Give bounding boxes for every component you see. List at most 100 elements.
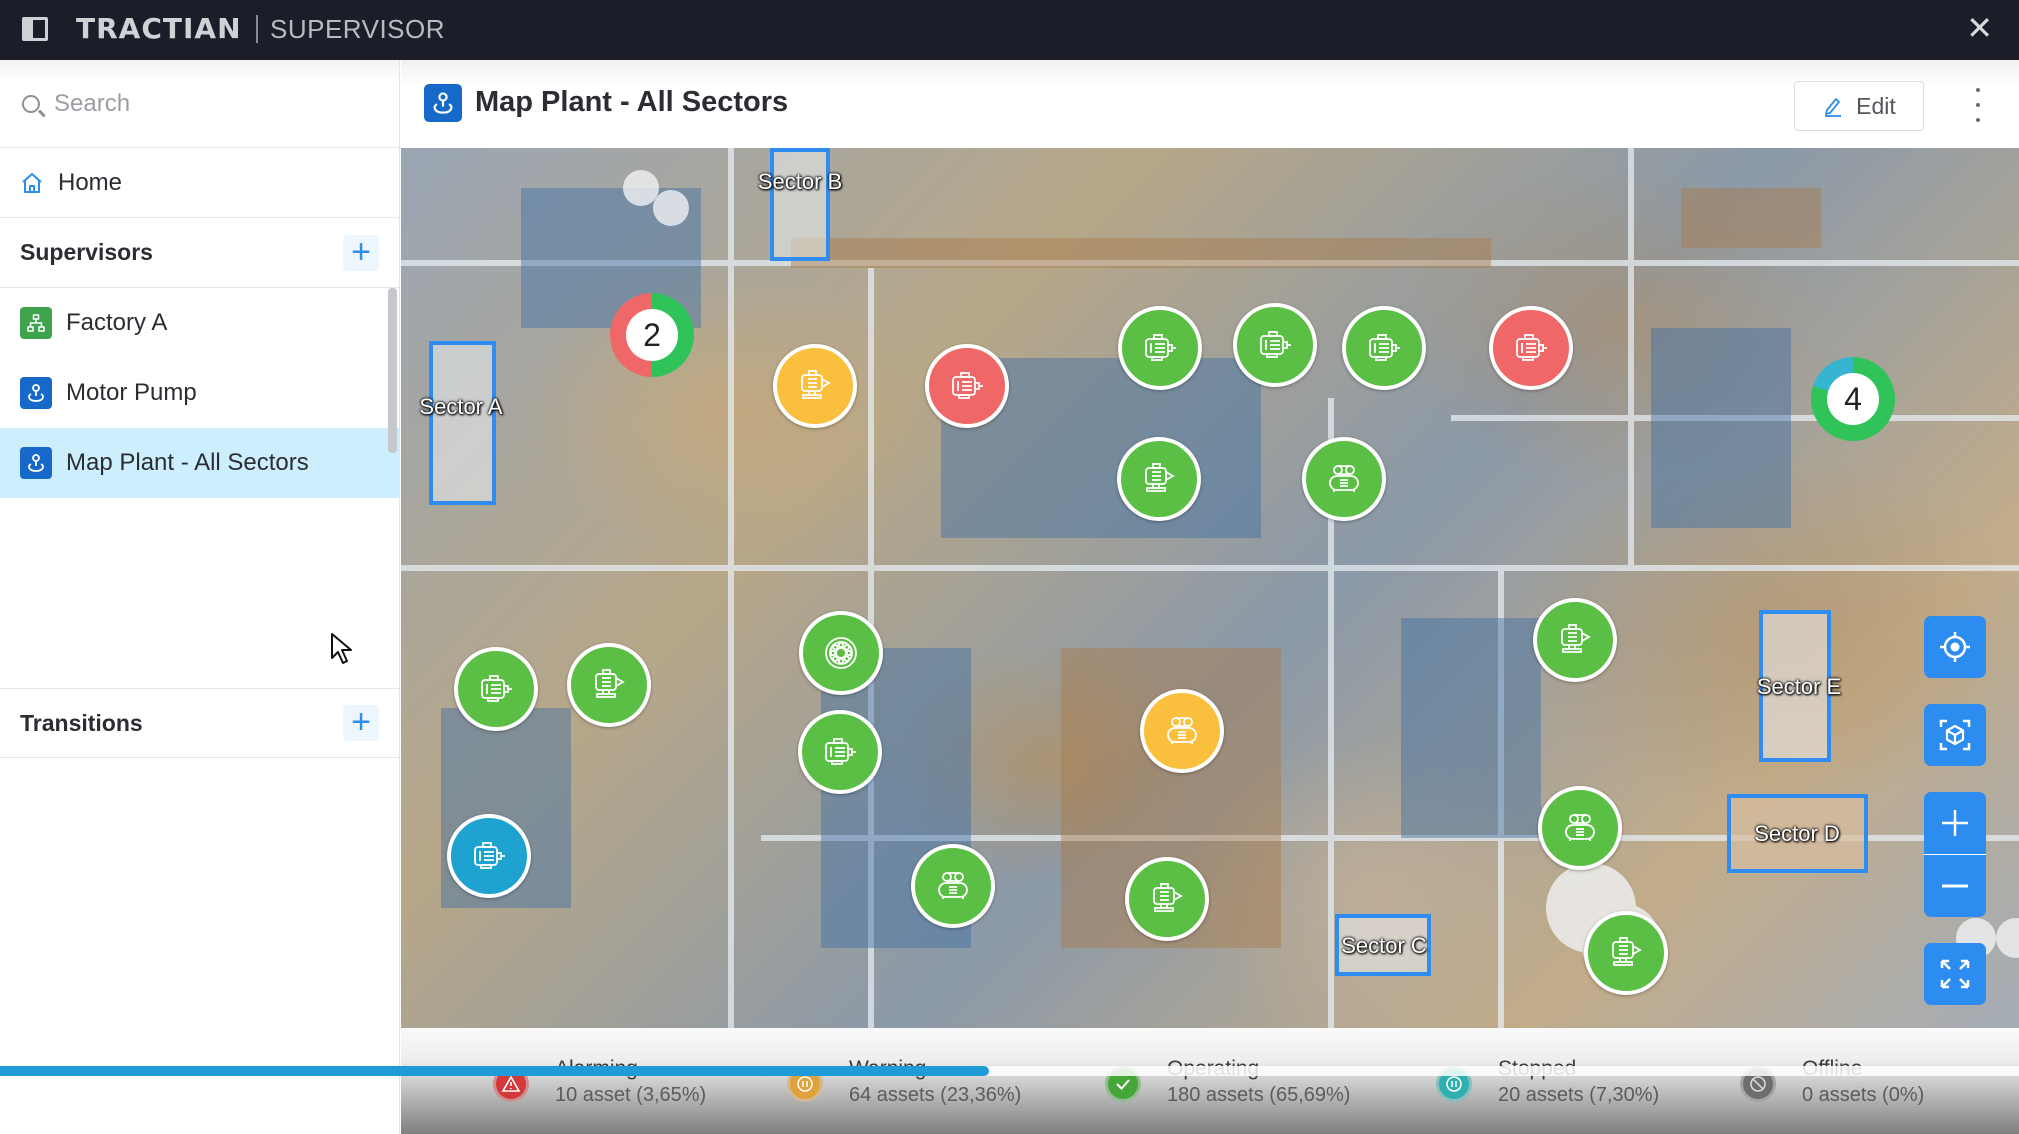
sidebar-item-motor-pump[interactable]: Motor Pump <box>0 358 399 428</box>
map-background-structures <box>401 148 2019 1028</box>
asset-marker-motor-pump-operating[interactable] <box>567 643 651 727</box>
motor-icon <box>1369 334 1400 361</box>
sidebar-toggle-icon[interactable] <box>22 17 48 41</box>
sector-b-area[interactable] <box>770 148 830 261</box>
asset-marker-compressor-operating[interactable] <box>1538 786 1622 870</box>
add-transition-button[interactable]: + <box>343 705 379 741</box>
expand-icon <box>1940 959 1970 989</box>
edit-button[interactable]: Edit <box>1794 81 1924 131</box>
sidebar-item-label: Home <box>58 168 123 196</box>
crosshair-icon <box>1940 632 1970 662</box>
asset-marker-motor-operating[interactable] <box>1233 303 1317 387</box>
add-supervisor-button[interactable]: + <box>343 234 379 271</box>
motor-pump-icon <box>1612 937 1642 966</box>
sidebar-item-map-plant[interactable]: Map Plant - All Sectors <box>0 428 399 498</box>
cube-scan-icon <box>1939 719 1971 751</box>
compressor-icon <box>938 872 968 899</box>
map-pin-icon <box>20 447 52 479</box>
transitions-title: Transitions <box>20 709 143 736</box>
asset-marker-motor-stopped[interactable] <box>447 814 531 898</box>
sidebar-item-factory-a[interactable]: Factory A <box>0 288 399 358</box>
brand-logo: TRACTIAN <box>76 12 242 45</box>
asset-marker-motor-operating[interactable] <box>454 647 538 731</box>
sidebar-item-label: Motor Pump <box>66 379 197 406</box>
asset-marker-motor-alarming[interactable] <box>925 344 1009 428</box>
sector-a-area[interactable] <box>429 341 496 505</box>
status-alarming[interactable]: Alarming10 asset (3,65%) <box>493 1056 706 1108</box>
motor-pump-icon <box>1145 463 1175 492</box>
status-value: 10 asset (3,65%) <box>555 1084 707 1106</box>
asset-marker-motor-pump-operating[interactable] <box>1584 911 1668 995</box>
more-options-icon[interactable] <box>1972 88 1984 122</box>
asset-marker-compressor-operating[interactable] <box>911 844 995 928</box>
zoom-in-button[interactable] <box>1924 792 1986 854</box>
motor-pump-icon <box>1153 883 1183 912</box>
sidebar-item-home[interactable]: Home <box>0 148 399 218</box>
motor-icon <box>481 675 512 702</box>
motor-icon <box>474 842 505 869</box>
map-pin-icon <box>20 377 52 409</box>
status-offline[interactable]: Offline0 assets (0%) <box>1740 1056 1924 1108</box>
sidebar: Home Supervisors + Factory A Motor Pump … <box>0 60 400 1134</box>
sector-b-label[interactable]: Sector B <box>758 169 842 195</box>
cluster-count: 4 <box>1827 373 1879 425</box>
cluster-count: 2 <box>626 309 678 361</box>
status-warning[interactable]: Warning64 assets (23,36%) <box>787 1056 1021 1108</box>
hierarchy-icon <box>20 307 52 339</box>
map-pin-icon <box>424 84 462 122</box>
supervisors-list: Factory A Motor Pump Map Plant - All Sec… <box>0 288 399 688</box>
page-title: Map Plant - All Sectors <box>475 86 789 118</box>
supervisors-section-header: Supervisors + <box>0 218 399 288</box>
sidebar-item-label: Map Plant - All Sectors <box>66 449 309 476</box>
asset-marker-bearing-operating[interactable] <box>799 611 883 695</box>
sector-d-label[interactable]: Sector D <box>1754 821 1840 847</box>
compressor-icon <box>1565 814 1595 841</box>
asset-marker-compressor-warning[interactable] <box>1140 689 1224 773</box>
minus-icon <box>1942 884 1968 888</box>
asset-marker-motor-pump-operating[interactable] <box>1125 857 1209 941</box>
status-operating[interactable]: Operating180 assets (65,69%) <box>1105 1056 1350 1108</box>
mouse-cursor-icon <box>331 633 352 664</box>
asset-marker-motor-operating[interactable] <box>798 710 882 794</box>
fullscreen-button[interactable] <box>1924 943 1986 1005</box>
sector-a-label[interactable]: Sector A <box>419 394 502 420</box>
compressor-icon <box>1329 465 1359 492</box>
zoom-controls <box>1924 792 1986 917</box>
motor-pump-icon <box>801 370 831 399</box>
locate-button[interactable] <box>1924 616 1986 678</box>
supervisors-title: Supervisors <box>20 239 153 265</box>
asset-marker-motor-operating[interactable] <box>1118 306 1202 390</box>
asset-marker-motor-pump-operating[interactable] <box>1533 598 1617 682</box>
3d-view-button[interactable] <box>1924 704 1986 766</box>
search-bar <box>0 60 399 148</box>
asset-marker-motor-pump-warning[interactable] <box>773 344 857 428</box>
plus-icon <box>1942 810 1968 836</box>
sidebar-item-label: Factory A <box>66 309 168 336</box>
status-value: 64 assets (23,36%) <box>849 1084 1022 1106</box>
motor-icon <box>952 372 983 399</box>
video-progress-bar[interactable] <box>0 1066 2019 1076</box>
asset-cluster[interactable]: 2 <box>610 293 694 377</box>
video-progress-fill <box>0 1066 990 1076</box>
motor-icon <box>1260 331 1291 358</box>
status-value: 20 assets (7,30%) <box>1498 1084 1660 1106</box>
sector-c-label[interactable]: Sector C <box>1341 933 1427 959</box>
sidebar-scrollbar[interactable] <box>388 288 397 453</box>
asset-marker-motor-alarming[interactable] <box>1489 306 1573 390</box>
compressor-icon <box>1167 717 1197 744</box>
plant-map[interactable]: Sector A Sector B Sector C Sector D Sect… <box>401 148 2019 1028</box>
search-input[interactable] <box>54 89 374 118</box>
asset-cluster[interactable]: 4 <box>1811 357 1895 441</box>
asset-marker-motor-operating[interactable] <box>1342 306 1426 390</box>
status-stopped[interactable]: Stopped20 assets (7,30%) <box>1436 1056 1659 1108</box>
asset-marker-compressor-operating[interactable] <box>1302 437 1386 521</box>
product-name: SUPERVISOR <box>270 14 446 44</box>
zoom-out-button[interactable] <box>1924 855 1986 917</box>
sector-e-label[interactable]: Sector E <box>1757 674 1841 700</box>
bearing-icon <box>825 637 857 669</box>
motor-icon <box>1516 334 1547 361</box>
status-value: 0 assets (0%) <box>1802 1084 1925 1106</box>
close-icon[interactable]: ✕ <box>1966 12 1993 44</box>
edit-label: Edit <box>1856 92 1896 119</box>
asset-marker-motor-pump-operating[interactable] <box>1117 437 1201 521</box>
